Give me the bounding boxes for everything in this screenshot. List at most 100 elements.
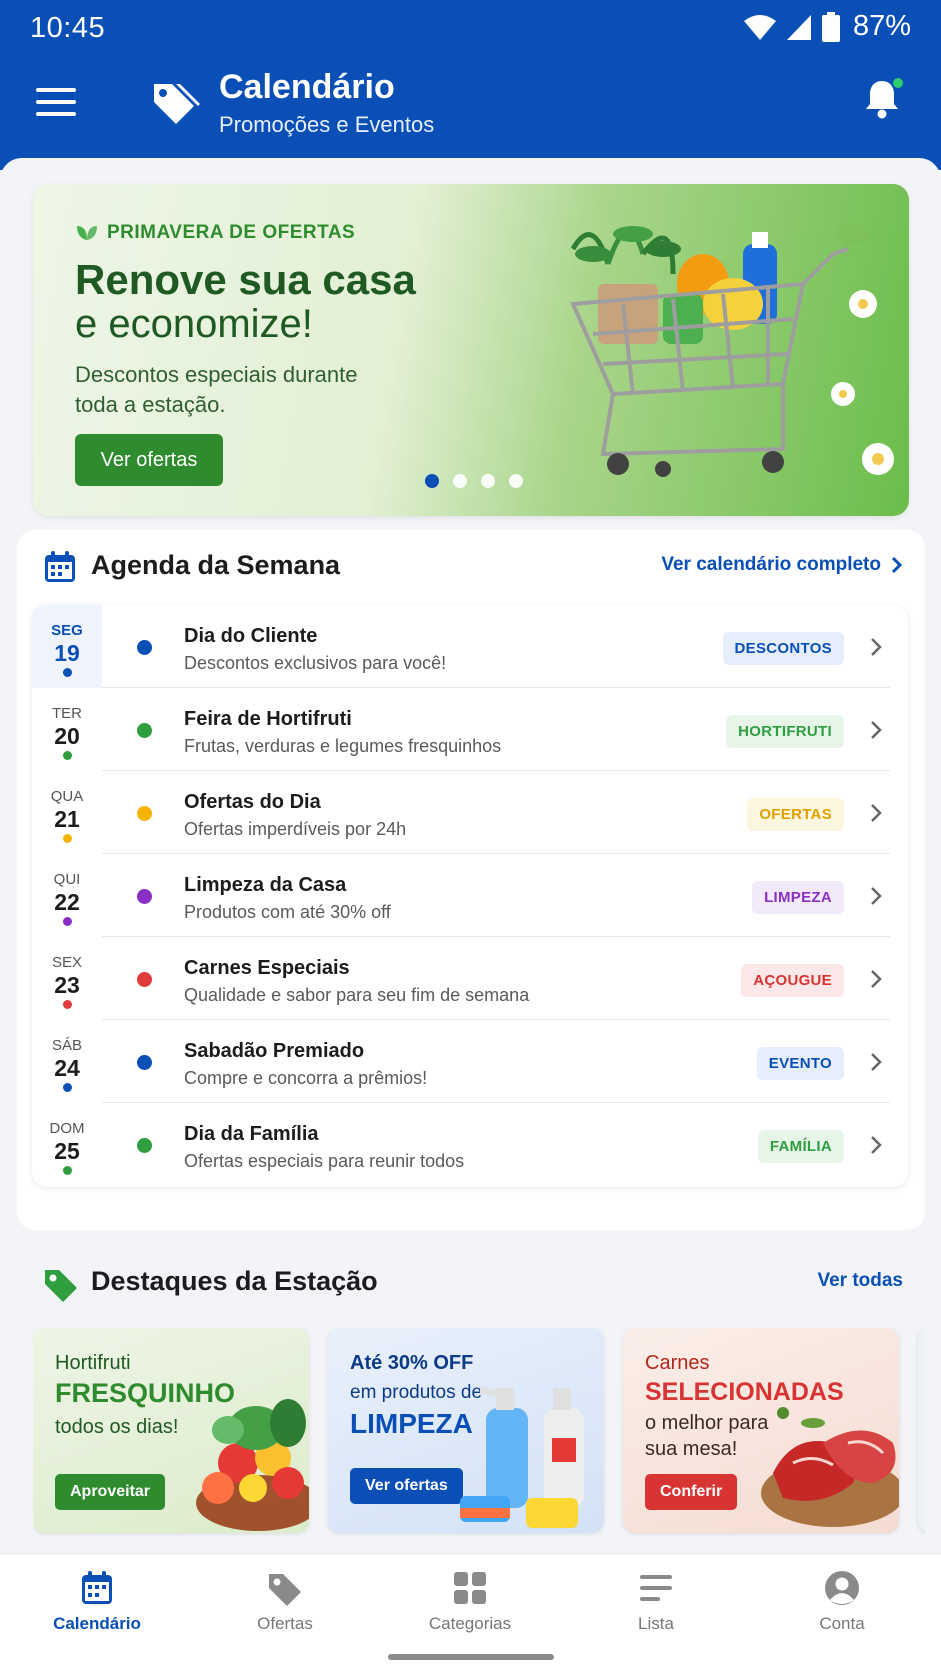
highlights-carousel: Hortifruti FRESQUINHO todos os dias! Apr… xyxy=(33,1328,925,1538)
carousel-dot-3[interactable] xyxy=(481,474,495,488)
tags-icon xyxy=(154,84,200,124)
tag-icon xyxy=(269,1574,301,1606)
nav-categorias[interactable]: Categorias xyxy=(390,1568,550,1638)
banner-description: Descontos especiais durante toda a estaç… xyxy=(75,362,358,417)
battery-percentage: 87% xyxy=(852,10,911,42)
card-button[interactable]: Conferir xyxy=(645,1474,738,1510)
home-indicator xyxy=(388,1654,554,1660)
day-marker xyxy=(63,917,72,926)
battery-icon xyxy=(821,11,840,42)
category-dot xyxy=(137,640,152,655)
full-calendar-link-label: Ver calendário completo xyxy=(661,554,881,575)
event-description: Compre e concorra a prêmios! xyxy=(184,1068,428,1088)
highlight-card-carnes[interactable]: Carnes SELECIONADAS o melhor para sua me… xyxy=(623,1328,899,1533)
highlight-card-next[interactable] xyxy=(918,1328,925,1533)
grid-icon xyxy=(454,1572,486,1604)
weekday-label: SEX xyxy=(51,954,82,971)
cellular-signal-icon xyxy=(786,14,811,40)
agenda-row[interactable]: TER 20 Feira de Hortifruti Frutas, verduras… xyxy=(32,688,908,771)
category-dot xyxy=(137,1138,152,1153)
event-name: Sabadão Premiado xyxy=(184,1040,365,1062)
agenda-row[interactable]: SEX 23 Carnes Especiais Qualidade e sabor p… xyxy=(32,937,908,1020)
see-all-link[interactable]: Ver todas xyxy=(817,1270,903,1292)
card-line1: Carnes xyxy=(645,1352,710,1374)
highlight-card-limpeza[interactable]: Até 30% OFF em produtos de LIMPEZA Ver o… xyxy=(328,1328,604,1533)
agenda-date: DOM 25 xyxy=(32,1103,102,1186)
nav-label: Lista xyxy=(638,1614,674,1633)
agenda-row[interactable]: DOM 25 Dia da Família Ofertas especiais par… xyxy=(32,1103,908,1186)
nav-conta[interactable]: Conta xyxy=(762,1568,922,1638)
chevron-right-icon xyxy=(871,970,882,988)
event-name: Dia da Família xyxy=(184,1123,319,1145)
category-badge: DESCONTOS xyxy=(722,632,844,665)
chevron-right-icon xyxy=(871,1053,882,1071)
nav-label: Calendário xyxy=(53,1614,141,1633)
category-dot xyxy=(137,806,152,821)
event-description: Produtos com até 30% off xyxy=(184,902,391,922)
chevron-right-icon xyxy=(871,638,882,656)
main-content: PRIMAVERA DE OFERTAS Renove sua casa e e… xyxy=(0,158,941,1553)
carousel-dots xyxy=(425,474,523,488)
carousel-dot-1[interactable] xyxy=(425,474,439,488)
card-button[interactable]: Aproveitar xyxy=(55,1474,166,1510)
steaks-image xyxy=(761,1407,899,1527)
weekly-agenda: Agenda da Semana Ver calendário completo… xyxy=(17,530,925,1230)
shopping-cart-illustration xyxy=(570,224,894,477)
nav-lista[interactable]: Lista xyxy=(576,1568,736,1638)
nav-calendario[interactable]: Calendário xyxy=(17,1568,177,1638)
card-line1: Até 30% OFF xyxy=(350,1352,474,1374)
chevron-right-icon xyxy=(871,721,882,739)
category-dot xyxy=(137,972,152,987)
nav-label: Conta xyxy=(819,1614,865,1633)
agenda-row[interactable]: SÁB 24 Sabadão Premiado Compre e concorra a… xyxy=(32,1020,908,1103)
day-number: 25 xyxy=(54,1138,80,1164)
chevron-right-icon xyxy=(871,887,882,905)
carousel-dot-4[interactable] xyxy=(509,474,523,488)
category-badge: AÇOUGUE xyxy=(741,964,844,997)
category-badge: HORTIFRUTI xyxy=(726,715,844,748)
weekday-label: DOM xyxy=(49,1120,85,1137)
event-description: Ofertas especiais para reunir todos xyxy=(184,1151,465,1171)
agenda-row[interactable]: QUI 22 Limpeza da Casa Produtos com até 30%… xyxy=(32,854,908,937)
day-number: 20 xyxy=(54,723,80,749)
event-name: Ofertas do Dia xyxy=(184,791,321,813)
event-name: Dia do Cliente xyxy=(184,625,318,647)
banner-eyebrow: PRIMAVERA DE OFERTAS xyxy=(75,222,355,244)
status-time: 10:45 xyxy=(30,12,106,44)
agenda-list: SEG 19 Dia do Cliente Descontos exclusivos … xyxy=(32,605,908,1187)
full-calendar-link[interactable]: Ver calendário completo xyxy=(661,554,903,576)
nav-ofertas[interactable]: Ofertas xyxy=(205,1568,365,1638)
agenda-date: SEG 19 xyxy=(32,605,102,688)
weekday-label: TER xyxy=(52,705,82,722)
highlight-card-hortifruti[interactable]: Hortifruti FRESQUINHO todos os dias! Apr… xyxy=(33,1328,309,1533)
card-line3: todos os dias! xyxy=(55,1416,179,1438)
promo-banner[interactable]: PRIMAVERA DE OFERTAS Renove sua casa e e… xyxy=(33,184,909,516)
day-marker xyxy=(63,1083,72,1092)
status-bar: 10:45 87% xyxy=(0,0,941,56)
notifications-button[interactable] xyxy=(863,76,905,125)
hamburger-menu-icon[interactable] xyxy=(36,88,76,120)
agenda-row[interactable]: QUA 21 Ofertas do Dia Ofertas imperdíveis p… xyxy=(32,771,908,854)
agenda-date: QUA 21 xyxy=(32,771,102,854)
event-name: Carnes Especiais xyxy=(184,957,350,979)
event-name: Limpeza da Casa xyxy=(184,874,347,896)
wifi-icon xyxy=(743,14,776,40)
category-badge: FAMÍLIA xyxy=(757,1130,844,1163)
leaf-icon xyxy=(77,226,97,240)
weekday-label: SÁB xyxy=(51,1037,82,1054)
banner-eyebrow-text: PRIMAVERA DE OFERTAS xyxy=(107,222,356,243)
category-badge: EVENTO xyxy=(756,1047,844,1080)
agenda-date: SEX 23 xyxy=(32,937,102,1020)
agenda-date: TER 20 xyxy=(32,688,102,771)
card-button[interactable]: Ver ofertas xyxy=(350,1468,463,1504)
carousel-dot-2[interactable] xyxy=(453,474,467,488)
event-description: Qualidade e sabor para seu fim de semana xyxy=(184,985,530,1005)
day-marker xyxy=(63,668,72,677)
day-marker xyxy=(63,751,72,760)
calendar-icon xyxy=(45,551,75,582)
banner-cta-button[interactable]: Ver ofertas xyxy=(75,434,223,486)
agenda-row[interactable]: SEG 19 Dia do Cliente Descontos exclusivos … xyxy=(32,605,908,688)
agenda-date: SÁB 24 xyxy=(32,1020,102,1103)
app-header: 10:45 87% Calendário Promoções e Eventos xyxy=(0,0,941,170)
bottom-navigation: Calendário Ofertas Categorias Lista Cont… xyxy=(0,1553,941,1672)
